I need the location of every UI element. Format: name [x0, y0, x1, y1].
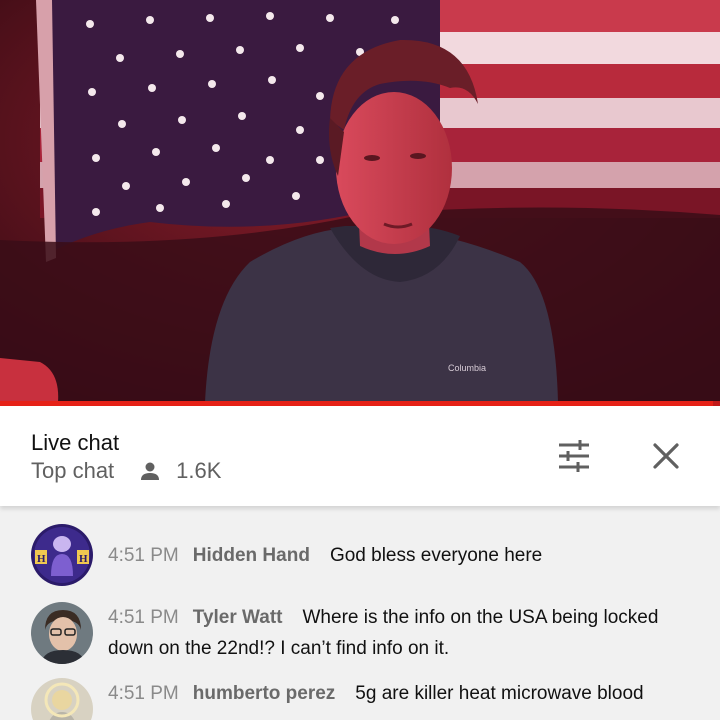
message-author[interactable]: Hidden Hand: [193, 545, 310, 566]
message-body: 4:51 PM humberto perez 5g are killer heat …: [108, 678, 688, 709]
message-time: 4:51 PM: [108, 545, 179, 566]
chat-close-button[interactable]: [644, 434, 688, 478]
chat-mode-selector[interactable]: Top chat: [31, 458, 114, 484]
message-time: 4:51 PM: [108, 607, 179, 628]
chat-filter-button[interactable]: [552, 434, 596, 478]
shirt-logo: Columbia: [448, 363, 486, 373]
avatar-badge-left: H: [37, 553, 46, 565]
message-time: 4:51 PM: [108, 683, 179, 704]
close-icon: [653, 443, 679, 469]
avatar-badge-right: H: [79, 553, 88, 565]
avatar[interactable]: [31, 602, 93, 664]
person-icon: [138, 459, 162, 483]
message-author[interactable]: humberto perez: [193, 683, 336, 704]
message-text: Where is the info on the USA being locke…: [108, 607, 659, 659]
chat-title: Live chat: [31, 430, 120, 455]
chat-header: Live chat Top chat 1.6K: [0, 406, 720, 506]
message-body: 4:51 PM Tyler Watt Where is the info on th…: [108, 602, 688, 664]
avatar[interactable]: H H: [31, 524, 93, 586]
chat-mode-row[interactable]: Top chat 1.6K: [31, 458, 221, 484]
viewer-count: 1.6K: [176, 458, 222, 483]
video-frame: Columbia: [0, 0, 720, 402]
video-player[interactable]: Columbia: [0, 0, 720, 402]
message-text: God bless everyone here: [329, 545, 543, 566]
message-text: 5g are killer heat microwave blood: [355, 683, 644, 704]
tune-sliders-icon: [559, 440, 589, 472]
message-author[interactable]: Tyler Watt: [193, 607, 283, 628]
message-body: 4:51 PM Hidden Hand God bless everyone her…: [108, 540, 688, 571]
avatar[interactable]: [31, 678, 93, 720]
chat-message-list[interactable]: H H 4:51 PM Hidden Hand God bless everyone…: [0, 506, 720, 720]
